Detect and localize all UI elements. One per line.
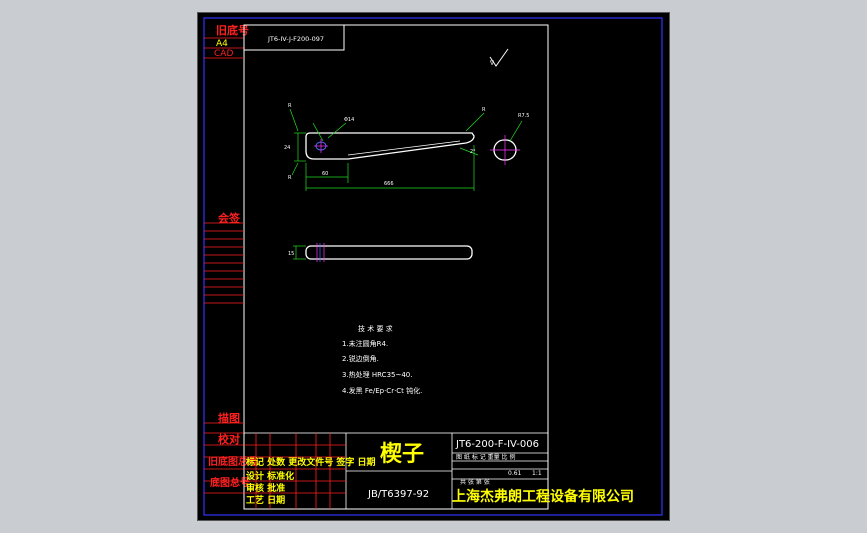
- label-signature: 会签: [218, 211, 241, 225]
- tech-req-item: 4.发黑 Fe/Ep·Cr·Ct 钝化.: [342, 386, 422, 395]
- dim-thickness: 15: [288, 251, 294, 257]
- cad-window: 旧底号 A4 CAD 会签 描图 校对 旧底图总号 底图总号 JT6-IV-J-…: [0, 0, 867, 533]
- dim-angle: 2°: [470, 149, 476, 155]
- dim-overall-length: 666: [384, 181, 394, 187]
- tech-req-item: 2.锐边倒角.: [342, 354, 379, 363]
- top-code-text: JT6-IV-J-F200-097: [267, 35, 324, 43]
- title-sheet-info: 共 张 第 张: [460, 478, 490, 486]
- title-standard: JB/T6397-92: [367, 489, 429, 500]
- title-scale: 1:1: [532, 470, 542, 477]
- svg-text:R: R: [482, 107, 486, 113]
- dim-side-height: 24: [284, 145, 290, 151]
- title-sign-row: 审核 批准: [246, 482, 285, 494]
- title-qty: 0.61: [508, 470, 522, 477]
- title-block: 楔子 JB/T6397-92 JT6-200-F-IV-006 图 纸 标 记 …: [243, 432, 634, 510]
- inner-frame: [243, 24, 549, 510]
- title-sign-row: 标记 处数 更改文件号 签字 日期: [245, 456, 376, 468]
- title-company: 上海杰弗朗工程设备有限公司: [452, 488, 634, 505]
- outer-frame: [203, 17, 663, 516]
- title-sign-row: 工艺 日期: [246, 494, 285, 506]
- title-drawing-no: JT6-200-F-IV-006: [455, 439, 539, 450]
- roughness-symbol: ∇: [489, 48, 509, 67]
- label-cad: CAD: [214, 49, 233, 59]
- detail-slot-view: [490, 120, 523, 165]
- title-part-name: 楔子: [380, 441, 424, 467]
- tech-req-item: 3.热处理 HRC35~40.: [342, 370, 412, 379]
- tech-req-item: 1.未注圆角R4.: [342, 339, 388, 348]
- dim-detail-label: R7.5: [518, 113, 529, 119]
- svg-text:R: R: [288, 103, 292, 109]
- label-proofread: 校对: [218, 432, 240, 446]
- svg-text:R: R: [288, 175, 292, 181]
- drawing-viewport[interactable]: 旧底号 A4 CAD 会签 描图 校对 旧底图总号 底图总号 JT6-IV-J-…: [197, 12, 670, 521]
- title-sign-row: 设计 标准化: [246, 470, 294, 482]
- title-row-labels: 图 纸 标 记 重量 比 例: [456, 453, 515, 461]
- dim-slot-offset: 60: [322, 171, 328, 177]
- label-description: 描图: [218, 411, 240, 425]
- part-top-view: [305, 132, 475, 160]
- technical-requirements: 技 术 要 求 1.未注圆角R4. 2.锐边倒角. 3.热处理 HRC35~40…: [342, 324, 422, 395]
- drawing-canvas: 旧底号 A4 CAD 会签 描图 校对 旧底图总号 底图总号 JT6-IV-J-…: [203, 17, 663, 516]
- dim-hole-dia: Φ14: [344, 117, 354, 123]
- label-paper-size: A4: [216, 39, 228, 49]
- part-side-view: [293, 243, 473, 262]
- tech-req-heading: 技 术 要 求: [358, 324, 393, 333]
